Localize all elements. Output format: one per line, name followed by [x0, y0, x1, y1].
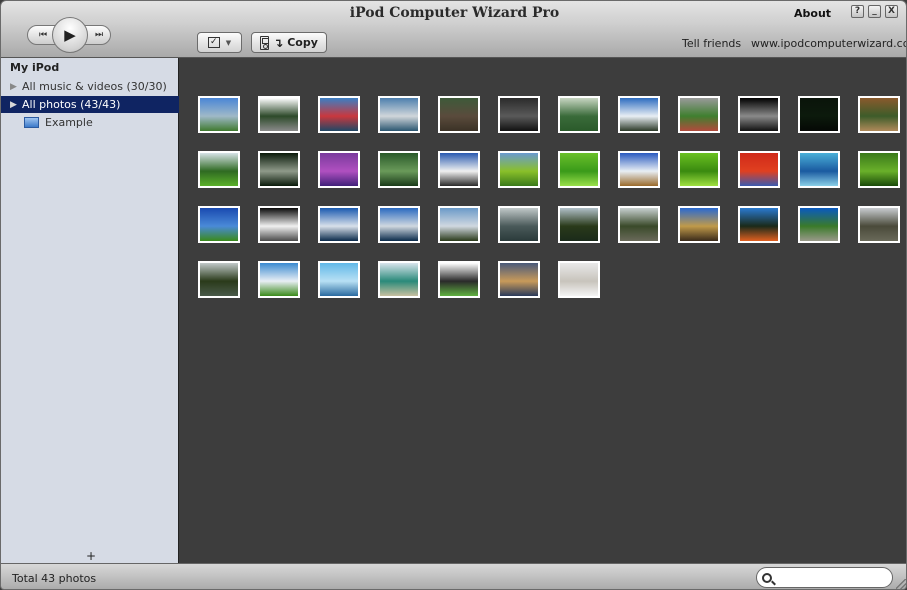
- photo-thumbnail-statue-dark[interactable]: [738, 96, 780, 133]
- copy-button[interactable]: ↴ Copy: [251, 32, 327, 53]
- add-album-icon[interactable]: +: [86, 549, 96, 563]
- photo-thumbnail-wheat-field[interactable]: [618, 151, 660, 188]
- photo-thumbnail-sea-sky[interactable]: [378, 96, 420, 133]
- copy-label: Copy: [287, 36, 318, 49]
- search-icon: [762, 572, 772, 583]
- window-controls: ? _ X: [851, 5, 898, 18]
- photo-thumbnail-fisheye-sky[interactable]: [318, 261, 360, 298]
- photo-thumbnail-rock-sculpture[interactable]: [378, 261, 420, 298]
- about-link[interactable]: About: [794, 7, 831, 20]
- photo-thumbnail-purple-cells[interactable]: [318, 151, 360, 188]
- photo-thumbnail-lake-clouds[interactable]: [318, 206, 360, 243]
- status-bar: Total 43 photos: [1, 563, 906, 589]
- photo-thumbnail-white-house[interactable]: [438, 151, 480, 188]
- photo-thumbnail-green-leaf[interactable]: [678, 151, 720, 188]
- photo-thumbnail-blue-sky-field[interactable]: [198, 206, 240, 243]
- photo-thumbnail-blue-rays[interactable]: [798, 151, 840, 188]
- sidebar-item-example-album[interactable]: Example: [1, 114, 179, 131]
- photo-thumbnail-street-lamp[interactable]: [858, 206, 900, 243]
- sidebar-item-label: All music & videos (30/30): [22, 80, 167, 93]
- tell-friends-link[interactable]: Tell friends: [682, 37, 741, 50]
- photo-count-text: Total 43 photos: [12, 572, 97, 585]
- photo-thumbnail-cloudy-coast[interactable]: [558, 206, 600, 243]
- photo-thumbnail-green-leaves[interactable]: [498, 151, 540, 188]
- next-track-icon[interactable]: ⏭: [85, 25, 111, 45]
- photo-thumbnail-harbor-boats[interactable]: [498, 206, 540, 243]
- photo-thumbnail-white-kittens[interactable]: [558, 261, 600, 298]
- app-window: iPod Computer Wizard Pro ⏮ ⏭ ▶ ✓ ▼ ↴ Cop…: [0, 0, 907, 590]
- photo-thumbnail-disco-ball[interactable]: [258, 151, 300, 188]
- photo-thumbnail-jungle[interactable]: [198, 151, 240, 188]
- photo-album-icon: [24, 117, 39, 128]
- photo-thumbnail-pavilion[interactable]: [258, 96, 300, 133]
- header-toolbar: iPod Computer Wizard Pro ⏮ ⏭ ▶ ✓ ▼ ↴ Cop…: [1, 1, 906, 58]
- search-field[interactable]: [756, 567, 893, 588]
- photo-thumbnail-pond-trees[interactable]: [378, 151, 420, 188]
- website-link[interactable]: www.ipodcomputerwizard.com: [751, 37, 906, 50]
- photo-thumbnail-calm-lake[interactable]: [378, 206, 420, 243]
- checkbox-icon: ✓: [207, 37, 220, 48]
- photo-thumbnail-screens-room[interactable]: [498, 96, 540, 133]
- photo-thumbnail-dark-alley[interactable]: [258, 206, 300, 243]
- chevron-down-icon: ▼: [225, 38, 232, 47]
- photo-thumbnail-bamboo[interactable]: [858, 96, 900, 133]
- triangle-right-icon: ▶: [10, 81, 17, 92]
- photo-thumbnail-road-blue-sky[interactable]: [798, 206, 840, 243]
- triangle-right-icon: ▶: [10, 99, 17, 110]
- sidebar-item-all-photos[interactable]: ▶ All photos (43/43): [1, 96, 179, 113]
- photo-thumbnail-ipod-family[interactable]: [438, 261, 480, 298]
- sidebar-item-label: Example: [45, 116, 93, 129]
- sidebar: My iPod ▶ All music & videos (30/30) ▶ A…: [1, 58, 179, 563]
- photo-thumbnail-city-skyline[interactable]: [198, 96, 240, 133]
- photo-thumbnail-field-path[interactable]: [258, 261, 300, 298]
- photo-thumbnail-red-leaves[interactable]: [738, 151, 780, 188]
- search-input[interactable]: [778, 571, 888, 584]
- photo-thumbnail-stadium[interactable]: [678, 96, 720, 133]
- sidebar-title: My iPod: [10, 61, 60, 74]
- close-icon[interactable]: X: [885, 5, 898, 18]
- play-icon[interactable]: ▶: [52, 17, 88, 53]
- photo-thumbnail-autumn-trees[interactable]: [738, 206, 780, 243]
- photo-thumbnail-lake-shore[interactable]: [438, 206, 480, 243]
- ipod-icon: [260, 35, 270, 50]
- resize-grip[interactable]: [896, 579, 906, 589]
- playback-controls: ⏮ ⏭ ▶: [27, 17, 113, 53]
- window-title: iPod Computer Wizard Pro: [349, 5, 560, 21]
- photo-grid: [180, 58, 906, 563]
- photo-thumbnail-garden-path[interactable]: [438, 96, 480, 133]
- sidebar-item-music-videos[interactable]: ▶ All music & videos (30/30): [1, 78, 179, 95]
- photo-thumbnail-dewdrop-leaf[interactable]: [858, 151, 900, 188]
- photo-thumbnail-river-reflection[interactable]: [198, 261, 240, 298]
- photo-thumbnail-cruise-ship[interactable]: [318, 96, 360, 133]
- arrow-down-icon: ↴: [273, 35, 284, 50]
- select-menu-button[interactable]: ✓ ▼: [197, 32, 242, 53]
- minimize-icon[interactable]: _: [868, 5, 881, 18]
- photo-thumbnail-coastal-hill[interactable]: [618, 206, 660, 243]
- photo-thumbnail-fountain[interactable]: [558, 96, 600, 133]
- photo-thumbnail-leaf-veins[interactable]: [558, 151, 600, 188]
- photo-thumbnail-swimming-dog[interactable]: [498, 261, 540, 298]
- photo-thumbnail-yellow-house[interactable]: [678, 206, 720, 243]
- help-icon[interactable]: ?: [851, 5, 864, 18]
- sidebar-item-label: All photos (43/43): [22, 98, 121, 111]
- photo-thumbnail-rock-sky[interactable]: [618, 96, 660, 133]
- photo-thumbnail-night-lights[interactable]: [798, 96, 840, 133]
